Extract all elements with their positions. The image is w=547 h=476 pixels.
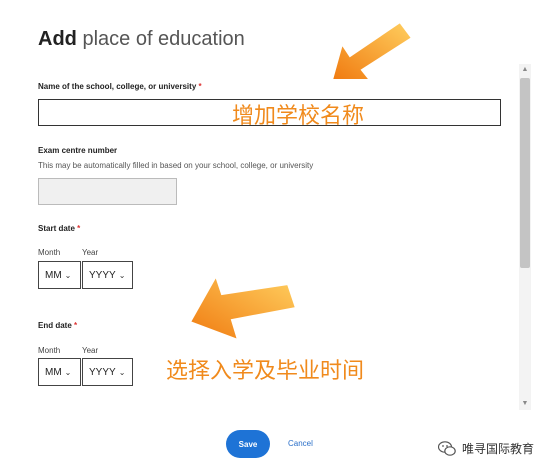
chevron-down-icon: ⌄ — [64, 270, 72, 280]
end-date-label: End date * — [38, 321, 77, 330]
annotation-school-note: 增加学校名称 — [232, 104, 365, 129]
start-date-label-text: Start date — [38, 224, 75, 233]
end-year-select[interactable]: YYYY ⌄ — [82, 358, 133, 386]
dialog-title-bold: Add — [38, 28, 77, 50]
start-month-label: Month — [38, 248, 61, 257]
end-month-value: MM — [45, 366, 62, 378]
required-mark: * — [77, 224, 81, 233]
annotation-date-note: 选择入学及毕业时间 — [166, 359, 365, 384]
save-button[interactable]: Save — [226, 430, 270, 458]
scroll-down-arrow-icon[interactable]: ▼ — [519, 398, 531, 410]
end-date-label-text: End date — [38, 321, 72, 330]
start-month-value: MM — [45, 269, 62, 281]
required-mark: * — [74, 321, 78, 330]
end-year-value: YYYY — [89, 366, 116, 378]
chevron-down-icon: ⌄ — [118, 270, 126, 280]
required-mark: * — [198, 82, 202, 91]
exam-centre-label: Exam centre number — [38, 146, 118, 155]
end-year-label: Year — [82, 346, 99, 355]
start-year-value: YYYY — [89, 269, 116, 281]
cancel-link[interactable]: Cancel — [288, 439, 313, 448]
wechat-logo-icon — [438, 440, 456, 456]
exam-centre-input[interactable] — [38, 178, 177, 205]
scroll-up-arrow-icon[interactable]: ▲ — [519, 64, 531, 76]
dialog-title-rest: place of education — [82, 28, 245, 50]
start-month-select[interactable]: MM ⌄ — [38, 261, 81, 289]
scrollbar-thumb[interactable] — [520, 78, 530, 268]
annotation-arrow-icon — [188, 273, 298, 342]
watermark: 唯寻国际教育 — [438, 440, 534, 457]
dialog-title: Add place of education — [38, 28, 245, 51]
end-month-select[interactable]: MM ⌄ — [38, 358, 81, 386]
start-date-label: Start date * — [38, 224, 80, 233]
start-year-select[interactable]: YYYY ⌄ — [82, 261, 133, 289]
chevron-down-icon: ⌄ — [118, 367, 126, 377]
end-month-label: Month — [38, 346, 61, 355]
watermark-text: 唯寻国际教育 — [462, 442, 535, 456]
annotation-arrow-icon — [330, 20, 414, 81]
school-name-label-text: Name of the school, college, or universi… — [38, 82, 197, 91]
start-year-label: Year — [82, 248, 99, 257]
school-name-label: Name of the school, college, or universi… — [38, 82, 202, 91]
exam-centre-hint: This may be automatically filled in base… — [38, 161, 314, 170]
chevron-down-icon: ⌄ — [64, 367, 72, 377]
